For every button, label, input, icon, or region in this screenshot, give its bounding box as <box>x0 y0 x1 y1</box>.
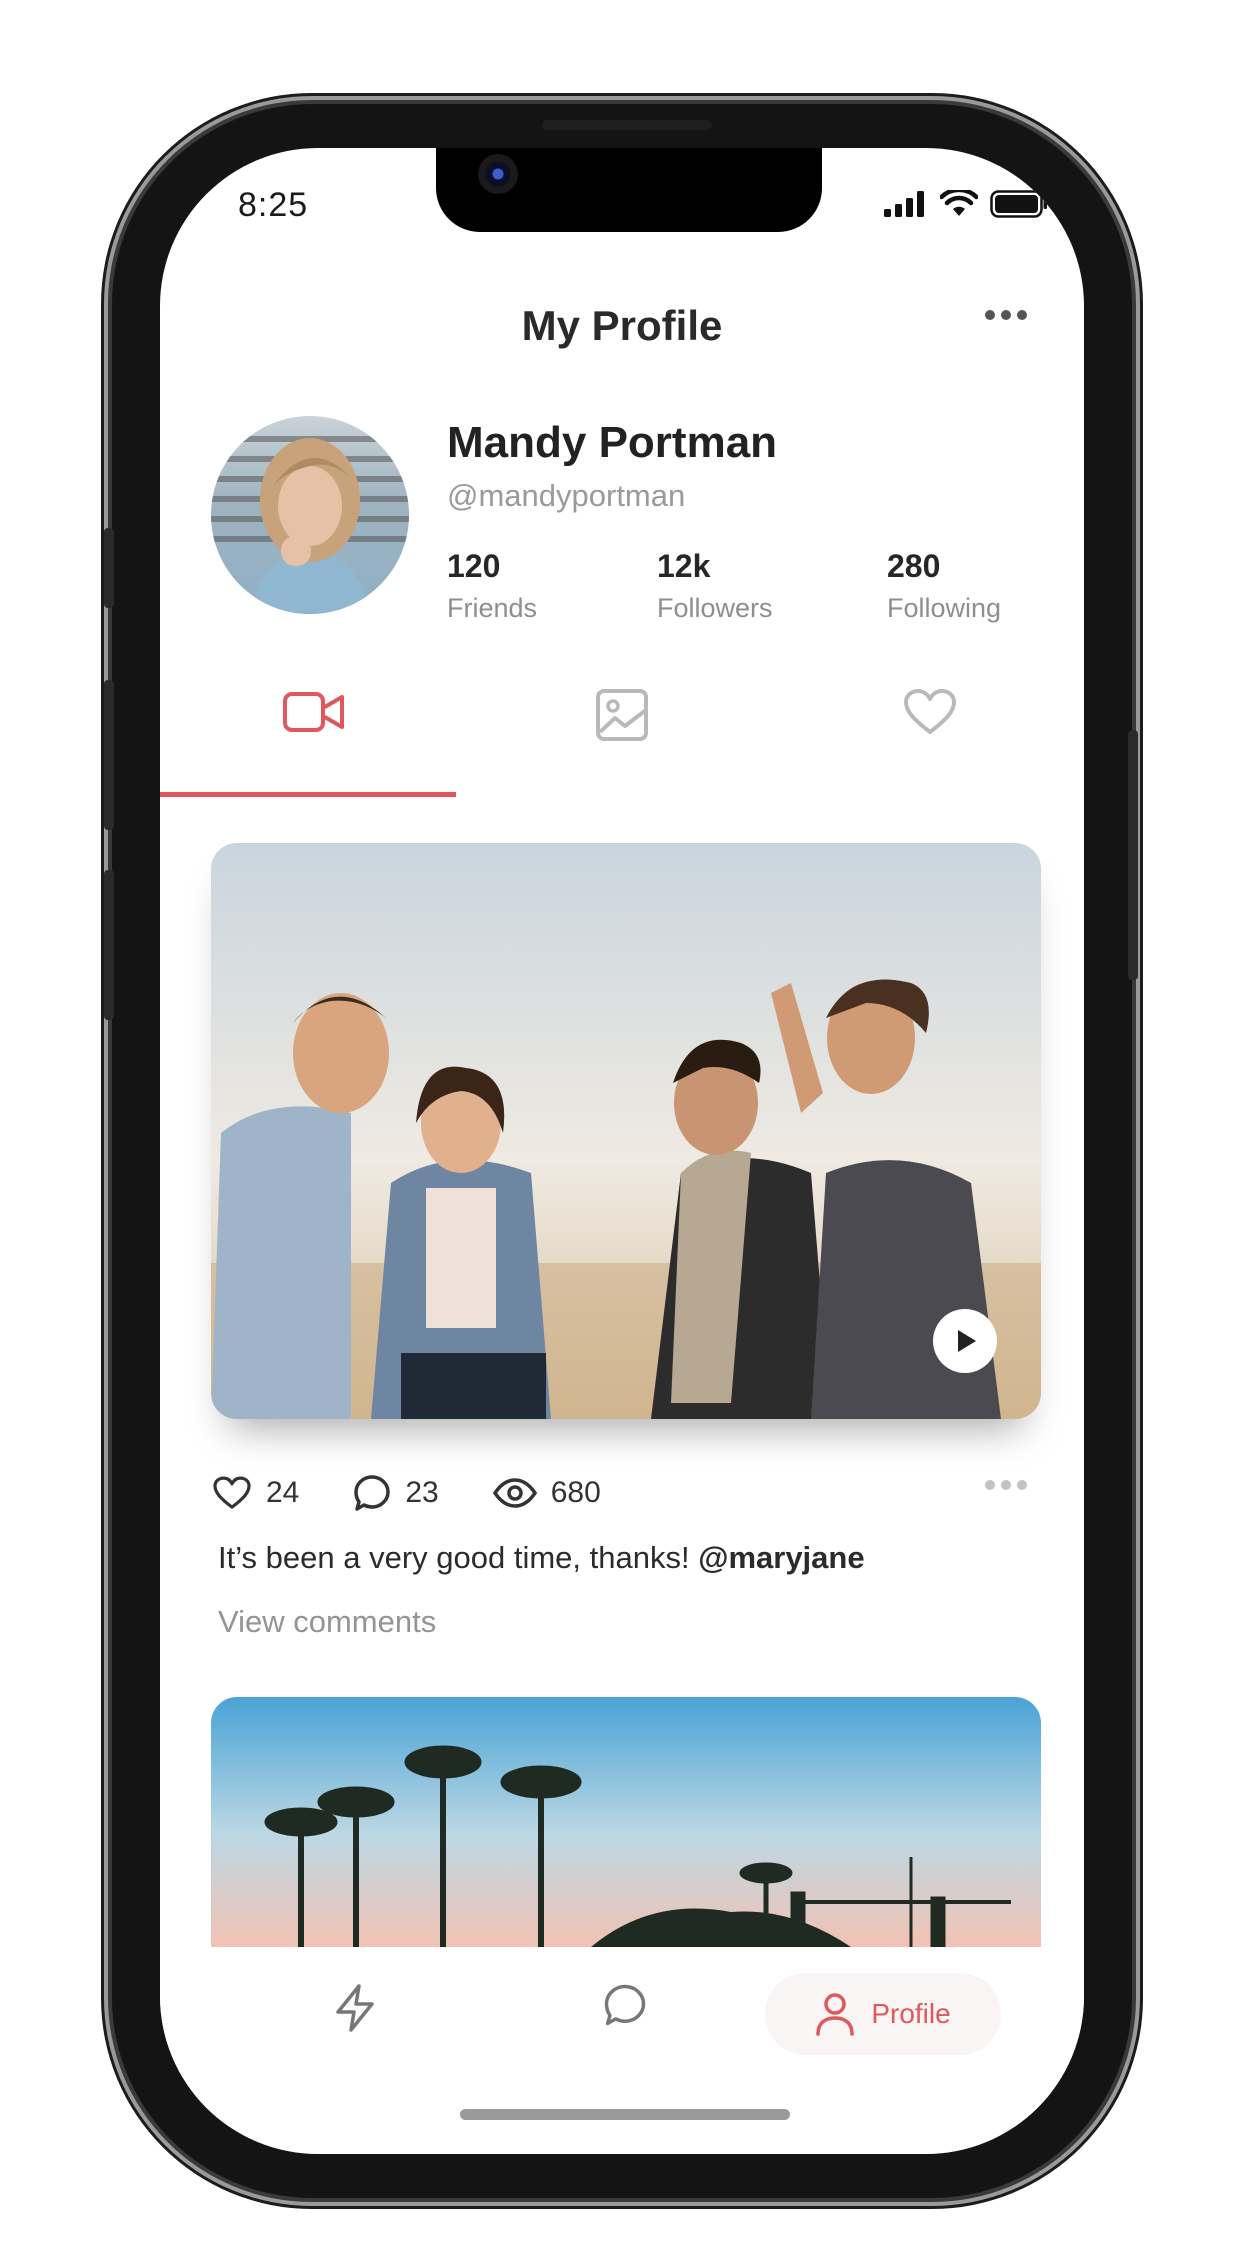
content-tabs <box>160 688 1084 798</box>
stat-label: Friends <box>447 593 538 623</box>
dynamic-island <box>436 148 822 232</box>
phone-side-button <box>104 528 114 608</box>
avatar[interactable] <box>211 416 409 614</box>
phone-volume-down <box>104 870 114 1020</box>
like-button[interactable]: 24 <box>212 1476 299 1510</box>
front-camera <box>478 154 518 194</box>
post-caption: It’s been a very good time, thanks! @mar… <box>218 1540 865 1576</box>
phone-screen: 8:25 My Profile Mandy Portman @mandyport… <box>160 148 1084 2154</box>
page-title: My Profile <box>521 302 723 349</box>
stat-label: Followers <box>657 593 773 623</box>
active-tab-indicator <box>160 792 456 797</box>
phone-volume-up <box>104 680 114 830</box>
views: 680 <box>492 1476 601 1510</box>
profile-handle: @mandyportman <box>447 478 686 513</box>
post-media[interactable] <box>211 843 1041 1419</box>
status-icons <box>884 190 1048 218</box>
like-count: 24 <box>266 1476 300 1509</box>
stat-value: 280 <box>887 548 941 584</box>
stat-value: 120 <box>447 548 501 584</box>
status-time: 8:25 <box>238 186 309 224</box>
stat-following[interactable]: 280 Following <box>887 548 1001 624</box>
stat-label: Following <box>887 593 1002 623</box>
stat-followers[interactable]: 12k Followers <box>657 548 773 624</box>
profile-name: Mandy Portman <box>447 418 778 467</box>
bolt-icon <box>336 1984 374 2032</box>
tab-likes[interactable] <box>776 688 1084 798</box>
post-photo <box>211 1697 1041 1947</box>
phone-speaker <box>542 120 712 130</box>
nav-messages[interactable] <box>590 1983 660 2027</box>
avatar-photo <box>211 436 409 614</box>
caption-mention[interactable]: @maryjane <box>698 1540 864 1575</box>
comment-button[interactable]: 23 <box>353 1474 439 1512</box>
post-media[interactable] <box>211 1697 1041 1947</box>
wifi-icon <box>940 190 978 216</box>
nav-profile[interactable]: Profile <box>765 1973 1001 2055</box>
nav-activity[interactable] <box>320 1983 390 2033</box>
tab-photos[interactable] <box>468 688 776 798</box>
comment-icon <box>354 1475 391 1511</box>
caption-text: It’s been a very good time, thanks! <box>218 1540 690 1575</box>
post-photo <box>211 843 1041 1419</box>
signal-icon <box>884 191 924 217</box>
play-button[interactable] <box>933 1309 997 1373</box>
view-count: 680 <box>550 1476 601 1509</box>
stat-friends[interactable]: 120 Friends <box>447 548 537 624</box>
more-options-button[interactable] <box>984 308 1028 326</box>
heart-icon <box>904 689 956 734</box>
bottom-nav: Profile <box>160 1947 1084 2127</box>
battery-icon <box>990 190 1047 218</box>
video-icon <box>283 692 344 732</box>
heart-icon <box>213 1476 251 1509</box>
comment-icon <box>604 1984 646 2026</box>
phone-power-button <box>1128 730 1138 980</box>
home-indicator[interactable] <box>460 2109 790 2120</box>
comment-count: 23 <box>405 1476 439 1509</box>
more-horizontal-icon <box>985 1480 1027 1490</box>
post-more-button[interactable] <box>984 1478 1028 1496</box>
user-icon <box>816 1993 855 2036</box>
eye-icon <box>492 1478 537 1508</box>
more-horizontal-icon <box>985 310 1027 320</box>
image-icon <box>596 689 648 741</box>
stat-value: 12k <box>657 548 711 584</box>
play-icon <box>958 1330 976 1352</box>
nav-profile-label: Profile <box>871 1998 951 2029</box>
view-comments-link[interactable]: View comments <box>218 1604 436 1640</box>
post-stats: 24 23 680 <box>212 1468 1042 1518</box>
tab-videos[interactable] <box>160 688 468 798</box>
